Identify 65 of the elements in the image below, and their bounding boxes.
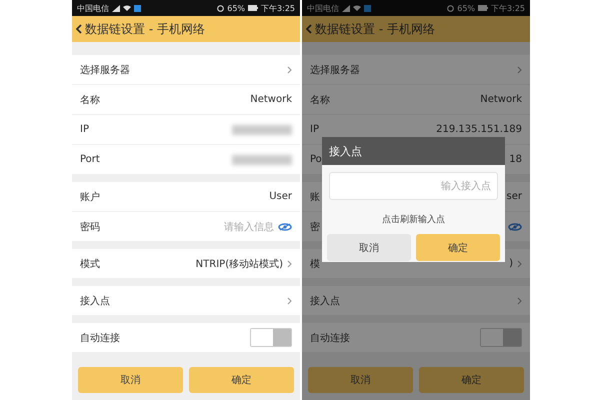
toggle-switch[interactable] [480, 328, 522, 347]
signal-icon [112, 4, 120, 12]
battery-icon [478, 5, 488, 11]
row-label: 账户 [80, 190, 101, 204]
chevron-right-icon [517, 66, 522, 74]
wifi-icon [123, 5, 131, 11]
chevron-right-icon [287, 260, 292, 268]
row-label: 选择服务器 [80, 64, 131, 76]
row-label: 模式 [80, 258, 101, 270]
row-label: 名称 [80, 94, 101, 106]
row-label: 自动连接 [80, 332, 121, 344]
row-label: 密 [310, 220, 321, 234]
row-value: Network [480, 94, 522, 105]
battery-text: 65% [227, 4, 246, 12]
row-value: User [269, 191, 292, 202]
row-label: 模 [310, 258, 321, 270]
row-label: 选择服务器 [310, 64, 361, 76]
row-label: IP [310, 124, 320, 135]
action-button[interactable]: 取消 [78, 367, 183, 393]
eye-slash-icon[interactable] [278, 222, 292, 230]
back-icon[interactable] [306, 24, 312, 34]
row-label: 自动连接 [310, 332, 351, 344]
row-label: 接入点 [310, 294, 341, 308]
row-label: 密码 [80, 220, 101, 234]
row-value: 18 [509, 154, 522, 165]
wifi-icon [353, 5, 361, 11]
alarm-icon [447, 4, 454, 12]
eye-slash-icon[interactable] [508, 222, 522, 230]
chevron-right-icon [517, 296, 522, 304]
chevron-right-icon [287, 296, 292, 304]
clock-text: 下午3:25 [491, 2, 525, 14]
dialog-button[interactable]: 确定 [416, 234, 500, 261]
row-label: Po [310, 154, 323, 165]
app-icon [364, 4, 371, 12]
action-button[interactable]: 确定 [189, 367, 294, 393]
row-label: IP [80, 124, 90, 135]
back-icon[interactable] [76, 24, 82, 34]
row-value: ser [506, 191, 522, 202]
row-value: NTRIP(移动站模式) [196, 258, 283, 270]
row-value: Network [250, 94, 292, 105]
input-field[interactable]: 输入接入点 [329, 172, 498, 200]
toggle-switch[interactable] [250, 328, 292, 347]
row-label: Port [80, 154, 101, 165]
page-title: 数据链设置 - 手机网络 [85, 20, 205, 38]
carrier-text: 中国电信 [307, 2, 339, 14]
row-label: 名称 [310, 94, 331, 106]
carrier-text: 中国电信 [77, 2, 109, 14]
row-value: 219.135.151.189 [436, 124, 522, 135]
blurred-value [232, 124, 292, 134]
chevron-right-icon [517, 260, 522, 268]
battery-text: 65% [457, 4, 476, 12]
blurred-value [232, 154, 292, 164]
row-label: 接入点 [80, 294, 111, 308]
row-value: ) [509, 258, 513, 269]
dialog-title: 接入点 [322, 137, 505, 165]
refresh-hint[interactable]: 点击刷新输入点 [322, 200, 505, 234]
chevron-right-icon [287, 66, 292, 74]
dialog-button[interactable]: 取消 [327, 234, 411, 261]
app-icon [134, 4, 141, 12]
alarm-icon [217, 4, 224, 12]
clock-text: 下午3:25 [261, 2, 295, 14]
row-label: 账 [310, 190, 321, 204]
page-title: 数据链设置 - 手机网络 [315, 20, 435, 38]
signal-icon [342, 4, 350, 12]
battery-icon [248, 5, 258, 11]
